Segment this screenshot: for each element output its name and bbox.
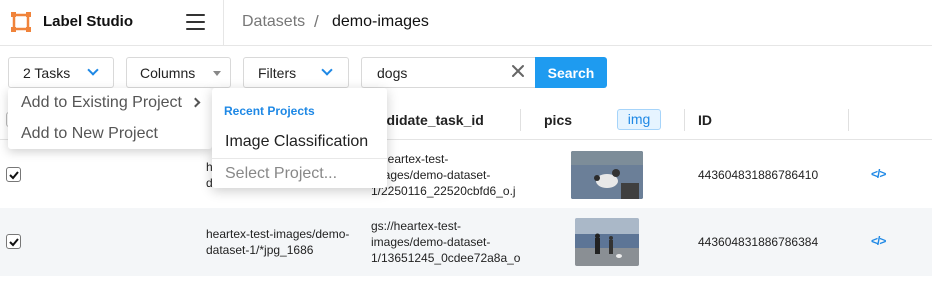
cell-candidate-task-id: 1/13651245_0cdee72a8a_o	[371, 251, 521, 265]
code-view-icon[interactable]: </>	[871, 167, 886, 181]
tasks-dropdown-label: 2 Tasks	[23, 65, 71, 81]
label-studio-logo-icon[interactable]	[11, 12, 31, 32]
select-project-option[interactable]: Select Project...	[225, 165, 337, 183]
search-button[interactable]: Search	[535, 57, 607, 88]
caret-down-icon	[213, 71, 221, 76]
tasks-actions-menu: Add to Existing Project Add to New Proje…	[8, 88, 212, 149]
column-header-pics[interactable]: pics	[544, 112, 572, 128]
hamburger-menu-icon[interactable]	[186, 14, 205, 30]
column-header-candidate-task-id[interactable]: ndidate_task_id	[378, 112, 484, 128]
columns-dropdown-button[interactable]: Columns	[126, 57, 231, 88]
search-input[interactable]	[361, 57, 535, 88]
recent-projects-heading: Recent Projects	[224, 104, 315, 118]
filters-dropdown-label: Filters	[258, 65, 297, 81]
breadcrumb-separator: /	[314, 12, 319, 31]
chevron-right-icon	[190, 97, 201, 108]
filters-dropdown-button[interactable]: Filters	[243, 57, 349, 88]
cell-candidate-task-id: 1/2250116_22520cbfd6_o.j	[371, 184, 516, 198]
app-name: Label Studio	[43, 13, 133, 30]
cell-candidate-task-id: images/demo-dataset-	[371, 168, 491, 182]
table-row[interactable]: h d ://heartex-test- images/demo-dataset…	[0, 141, 932, 209]
cell-candidate-task-id: gs://heartex-test-	[371, 219, 462, 233]
table-row[interactable]: heartex-test-images/demo- dataset-1/*jpg…	[0, 208, 932, 276]
code-view-icon[interactable]: </>	[871, 234, 886, 248]
menu-item-add-to-new-project[interactable]: Add to New Project	[21, 125, 158, 143]
cell-source: dataset-1/*jpg_1686	[206, 243, 314, 257]
clear-search-icon[interactable]	[511, 64, 525, 78]
cell-id: 443604831886786410	[698, 168, 819, 182]
columns-dropdown-label: Columns	[140, 65, 196, 81]
chevron-down-icon	[87, 64, 99, 76]
column-type-badge: img	[617, 109, 661, 130]
projects-submenu: Recent Projects Image Classification Sel…	[212, 88, 387, 188]
project-item-image-classification[interactable]: Image Classification	[225, 133, 368, 151]
column-divider	[520, 109, 521, 131]
cell-source: heartex-test-images/demo-	[206, 227, 350, 241]
cell-id: 443604831886786384	[698, 235, 819, 249]
column-divider	[848, 109, 849, 131]
tasks-dropdown-button[interactable]: 2 Tasks	[8, 57, 114, 88]
column-header-id[interactable]: ID	[698, 112, 712, 128]
waterfront-photo-thumbnail[interactable]	[575, 218, 639, 266]
menu-divider	[212, 158, 387, 159]
column-divider	[684, 109, 685, 131]
menu-item-add-to-existing-project[interactable]: Add to Existing Project	[21, 94, 182, 112]
cell-candidate-task-id: images/demo-dataset-	[371, 235, 491, 249]
dog-photo-thumbnail[interactable]	[571, 151, 643, 199]
breadcrumb-datasets[interactable]: Datasets	[242, 13, 305, 31]
row-checkbox[interactable]	[6, 167, 21, 182]
breadcrumb-current: demo-images	[332, 13, 429, 30]
top-header: Label Studio Datasets / demo-images	[0, 0, 932, 46]
header-divider	[223, 0, 224, 46]
chevron-down-icon	[321, 64, 333, 76]
row-checkbox[interactable]	[6, 234, 21, 249]
